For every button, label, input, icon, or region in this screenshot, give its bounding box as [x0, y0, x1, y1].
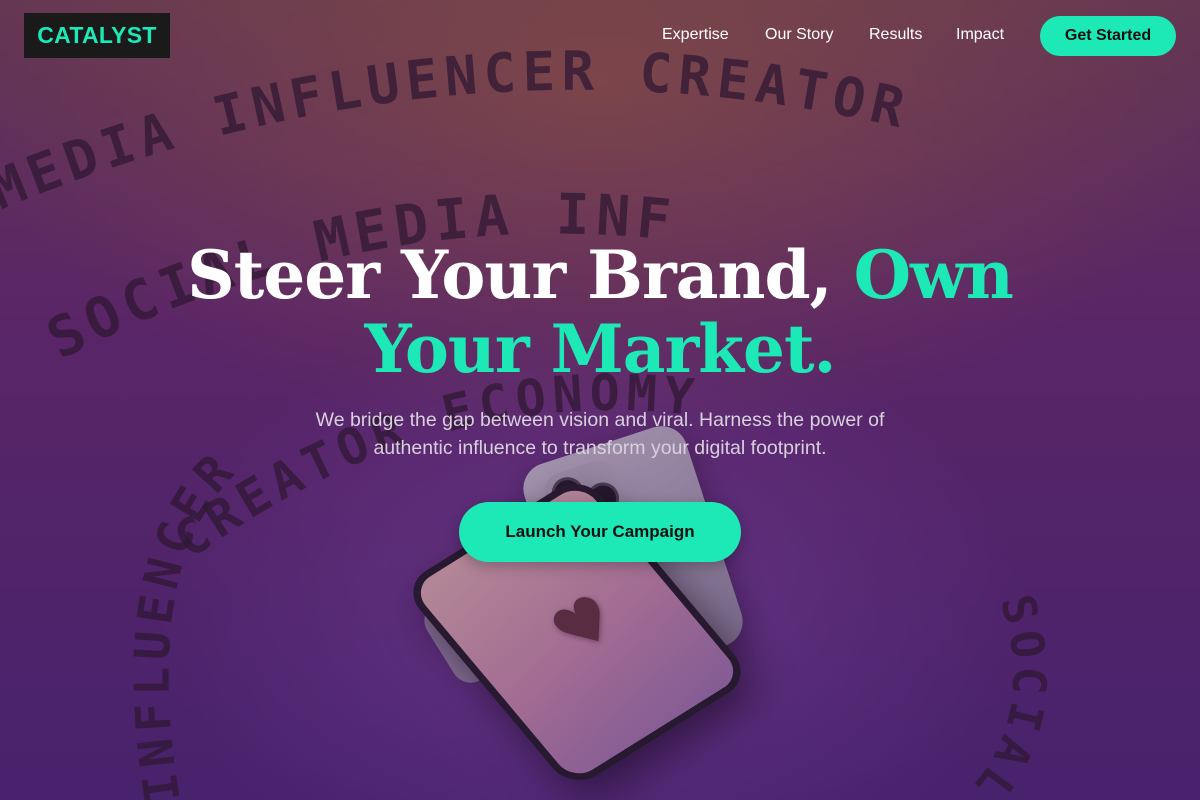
hero-title-accent-2: Your Market.: [364, 310, 837, 388]
hero-subtitle: We bridge the gap between vision and vir…: [0, 406, 1200, 462]
hero-title-accent-1: Own: [853, 236, 1014, 314]
hero-subtitle-line-2: authentic influence to transform your di…: [373, 437, 827, 459]
hero-subtitle-line-1: We bridge the gap between vision and vir…: [315, 409, 885, 431]
hero-title: Steer Your Brand, Own Your Market.: [0, 238, 1200, 386]
nav-link-our-story[interactable]: Our Story: [765, 26, 833, 44]
hero-overlay: [0, 0, 1200, 800]
get-started-button[interactable]: Get Started: [1040, 16, 1176, 56]
nav-link-impact[interactable]: Impact: [956, 26, 1004, 44]
hero-title-white: Steer Your Brand,: [187, 236, 832, 314]
top-navigation: CATALYST Expertise Our Story Results Imp…: [0, 0, 1200, 72]
launch-campaign-button[interactable]: Launch Your Campaign: [459, 502, 741, 562]
nav-link-expertise[interactable]: Expertise: [662, 26, 729, 44]
nav-link-results[interactable]: Results: [869, 26, 922, 44]
nav-links: Expertise Our Story Results Impact: [0, 26, 1200, 50]
